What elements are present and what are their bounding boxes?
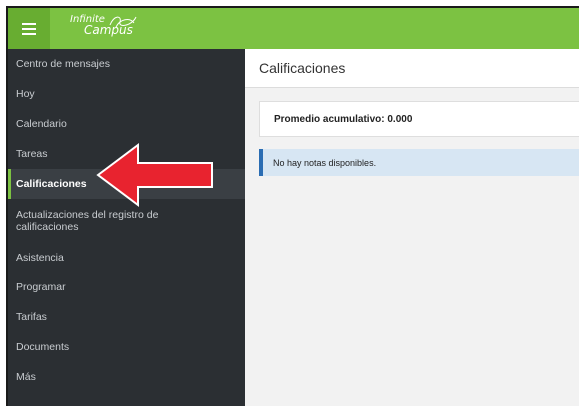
- sidebar-item-label: Tarifas: [16, 311, 47, 323]
- pointer-arrow-icon: [96, 143, 213, 207]
- top-bar: Infinite Campus: [8, 8, 579, 49]
- info-message: No hay notas disponibles.: [273, 157, 377, 168]
- sidebar-item-label: Actualizaciones del registro de califica…: [16, 209, 159, 233]
- sidebar-item-label: Asistencia: [16, 251, 64, 264]
- cumulative-gpa-text: Promedio acumulativo: 0.000: [274, 113, 413, 125]
- sidebar-item-label: Calendario: [16, 118, 67, 130]
- sidebar-item-label: Más: [16, 371, 36, 383]
- sidebar-nav: Centro de mensajes Hoy Calendario Tareas…: [8, 49, 245, 406]
- sidebar-item-label: Programar: [16, 281, 66, 293]
- sidebar-item-programar[interactable]: Programar: [8, 272, 245, 302]
- sidebar-item-label: Tareas: [16, 148, 48, 160]
- infinite-campus-logo[interactable]: Infinite Campus: [70, 15, 137, 36]
- app-window: Infinite Campus Centro de mensajes Hoy C…: [6, 6, 579, 406]
- sidebar-item-centro-de-mensajes[interactable]: Centro de mensajes: [8, 49, 245, 79]
- sidebar-item-label: Centro de mensajes: [16, 58, 110, 70]
- sidebar-item-tarifas[interactable]: Tarifas: [8, 302, 245, 332]
- main-content: Calificaciones Promedio acumulativo: 0.0…: [245, 49, 579, 406]
- page-title: Calificaciones: [245, 49, 579, 88]
- sidebar-item-documents[interactable]: Documents: [8, 332, 245, 362]
- sidebar-item-asistencia[interactable]: Asistencia: [8, 243, 245, 272]
- logo-swoosh-icon: [109, 16, 137, 28]
- sidebar-item-hoy[interactable]: Hoy: [8, 79, 245, 109]
- sidebar-item-label: Documents: [16, 341, 70, 353]
- sidebar-item-calendario[interactable]: Calendario: [8, 109, 245, 139]
- menu-icon[interactable]: [8, 8, 50, 49]
- info-banner: No hay notas disponibles.: [259, 149, 579, 176]
- sidebar-item-mas[interactable]: Más: [8, 362, 245, 392]
- sidebar-item-label: Hoy: [16, 88, 35, 100]
- sidebar-item-label: Calificaciones: [16, 178, 87, 190]
- cumulative-gpa-card: Promedio acumulativo: 0.000: [259, 101, 579, 137]
